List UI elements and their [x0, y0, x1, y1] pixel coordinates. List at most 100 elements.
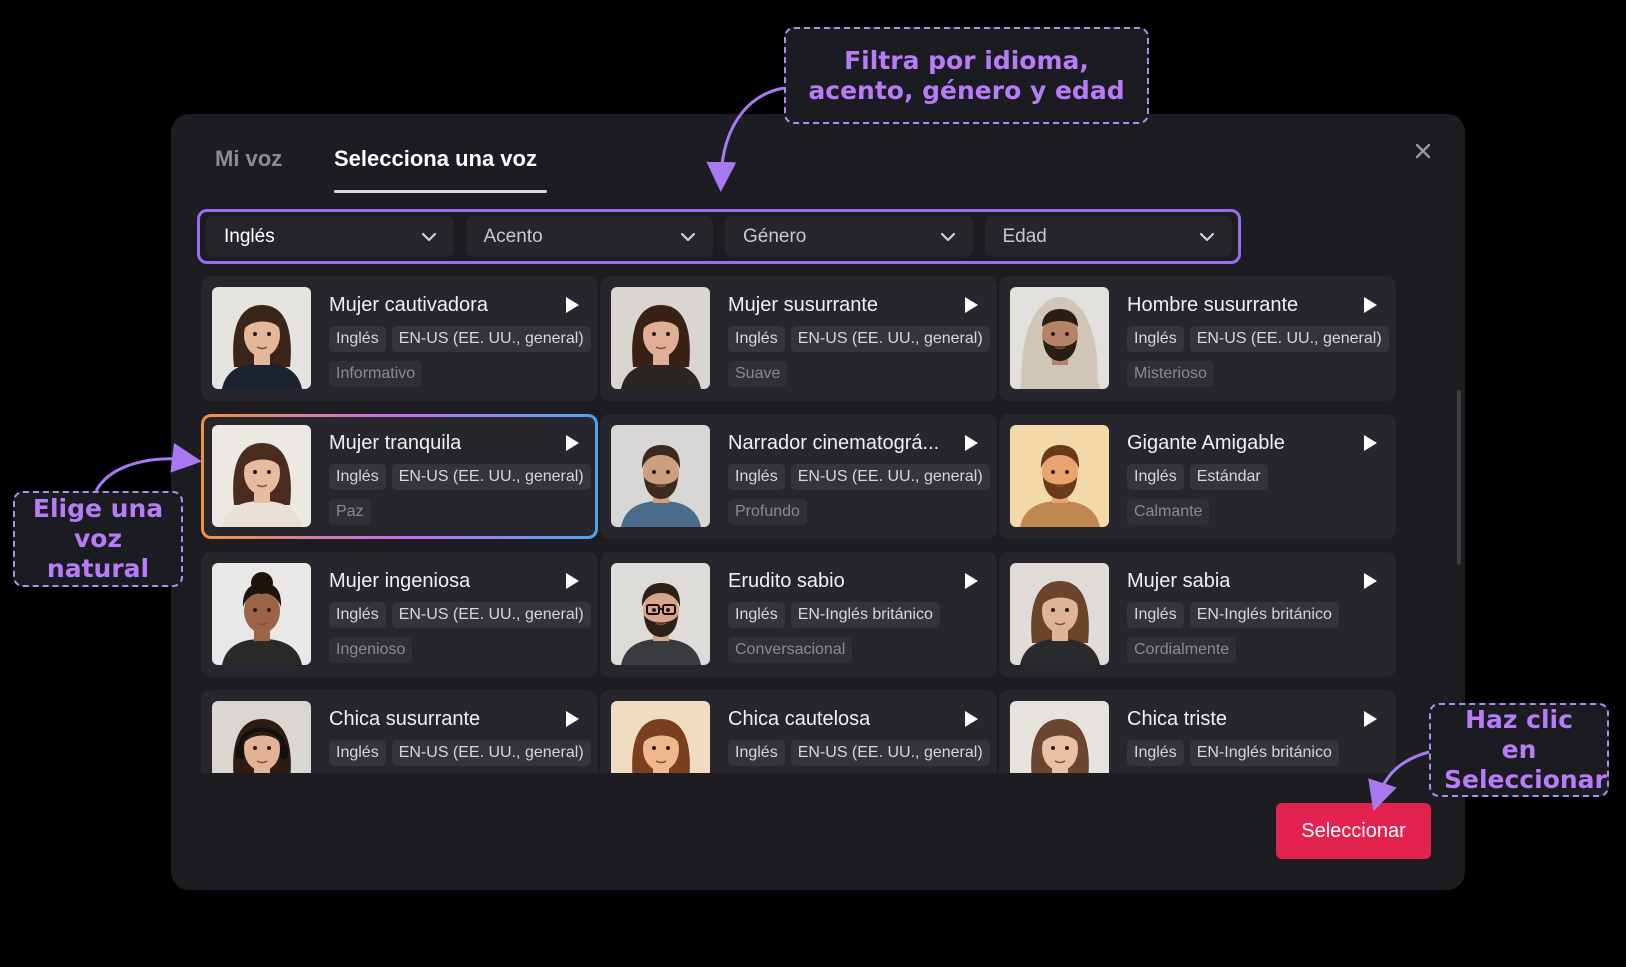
- play-icon[interactable]: [564, 434, 580, 452]
- voice-style-tag: Misterioso: [1127, 361, 1214, 387]
- filter-age-dropdown[interactable]: Edad: [984, 216, 1232, 257]
- voice-tag: Inglés: [329, 740, 386, 766]
- voice-style-tag: Informativo: [329, 361, 423, 387]
- voice-name: Chica susurrante: [329, 708, 481, 730]
- callout-select-text: Haz clic en Seleccionar: [1444, 705, 1607, 794]
- callout-voice-text: Elige una voz natural: [32, 494, 164, 583]
- tab-my-voice[interactable]: Mi voz: [215, 146, 282, 172]
- chevron-down-icon: [680, 232, 696, 241]
- voice-name: Mujer cautivadora: [329, 294, 488, 316]
- play-icon[interactable]: [564, 710, 580, 728]
- tab-select-voice[interactable]: Selecciona una voz: [334, 146, 537, 172]
- play-icon[interactable]: [963, 434, 979, 452]
- voice-card[interactable]: Narrador cinematográ... Inglés EN-US (EE. …: [600, 414, 997, 539]
- voice-name: Hombre susurrante: [1127, 294, 1299, 316]
- voice-style-tag: Suave: [728, 361, 788, 387]
- voice-tag: EN-US (EE. UU., general): [1189, 326, 1389, 352]
- play-icon[interactable]: [963, 296, 979, 314]
- play-icon[interactable]: [1362, 572, 1378, 590]
- voice-tag: Inglés: [1127, 464, 1184, 490]
- voice-avatar: [611, 563, 710, 665]
- voice-card[interactable]: Mujer ingeniosa Inglés EN-US (EE. UU., gen…: [201, 552, 598, 677]
- voice-style-tag: Paz: [329, 499, 371, 525]
- voice-tag: Inglés: [1127, 326, 1184, 352]
- voice-card[interactable]: Mujer cautivadora Inglés EN-US (EE. UU., g…: [201, 276, 598, 401]
- voice-tag: EN-US (EE. UU., general): [391, 602, 591, 628]
- voice-style-tag: Profundo: [728, 499, 807, 525]
- voice-name: Mujer sabia: [1127, 570, 1231, 592]
- filter-label: Acento: [483, 225, 543, 247]
- voice-grid: Mujer cautivadora Inglés EN-US (EE. UU., g…: [201, 276, 1401, 773]
- voice-name: Narrador cinematográ...: [728, 432, 940, 454]
- voice-tag: EN-US (EE. UU., general): [790, 464, 990, 490]
- voice-tag: Inglés: [329, 602, 386, 628]
- voice-card[interactable]: Mujer tranquila Inglés EN-US (EE. UU., gen…: [201, 414, 598, 539]
- voice-tag: EN-Inglés británico: [790, 602, 940, 628]
- voice-tags: Inglés EN-Inglés británico: [1127, 602, 1339, 628]
- voice-tag: EN-US (EE. UU., general): [391, 464, 591, 490]
- voice-avatar: [1010, 563, 1109, 665]
- voice-tags: Inglés EN-US (EE. UU., general): [728, 464, 990, 490]
- voice-tags: Inglés EN-US (EE. UU., general): [1127, 326, 1389, 352]
- callout-filter-text: Filtra por idioma, acento, género y edad: [808, 45, 1125, 105]
- voice-tags: Inglés EN-US (EE. UU., general): [728, 740, 990, 766]
- voice-name: Mujer tranquila: [329, 432, 462, 454]
- play-icon[interactable]: [963, 710, 979, 728]
- filter-bar: Inglés Acento Género Edad: [197, 209, 1241, 264]
- voice-card[interactable]: Chica triste Inglés EN-Inglés británico: [999, 690, 1396, 773]
- voice-card[interactable]: Chica cautelosa Inglés EN-US (EE. UU., gen…: [600, 690, 997, 773]
- voice-tag: EN-US (EE. UU., general): [790, 326, 990, 352]
- voice-tag: EN-US (EE. UU., general): [790, 740, 990, 766]
- play-icon[interactable]: [564, 296, 580, 314]
- select-button[interactable]: Seleccionar: [1276, 803, 1431, 859]
- voice-tags: Inglés EN-Inglés británico: [1127, 740, 1339, 766]
- voice-tags: Inglés Estándar: [1127, 464, 1268, 490]
- voice-name: Gigante Amigable: [1127, 432, 1285, 454]
- voice-name: Chica cautelosa: [728, 708, 871, 730]
- chevron-down-icon: [940, 232, 955, 241]
- play-icon[interactable]: [1362, 434, 1378, 452]
- voice-tag: EN-US (EE. UU., general): [391, 740, 591, 766]
- voice-tags: Inglés EN-US (EE. UU., general): [329, 740, 591, 766]
- voice-tag: EN-Inglés británico: [1189, 740, 1339, 766]
- voice-avatar: [1010, 425, 1109, 527]
- callout-voice: Elige una voz natural: [13, 491, 183, 587]
- voice-card[interactable]: Mujer sabia Inglés EN-Inglés británico Cord…: [999, 552, 1396, 677]
- filter-accent-dropdown[interactable]: Acento: [465, 216, 713, 257]
- voice-tag: Inglés: [1127, 602, 1184, 628]
- play-icon[interactable]: [1362, 710, 1378, 728]
- voice-tag: Inglés: [1127, 740, 1184, 766]
- voice-avatar: [212, 563, 311, 665]
- filter-label: Inglés: [224, 225, 275, 247]
- voice-tag: Inglés: [728, 740, 785, 766]
- voice-card[interactable]: Hombre susurrante Inglés EN-US (EE. UU., g…: [999, 276, 1396, 401]
- voice-card[interactable]: Gigante Amigable Inglés Estándar Calmante: [999, 414, 1396, 539]
- voice-tag: Estándar: [1189, 464, 1268, 490]
- voice-tags: Inglés EN-US (EE. UU., general): [329, 464, 591, 490]
- play-icon[interactable]: [564, 572, 580, 590]
- scrollbar[interactable]: [1457, 390, 1461, 565]
- voice-avatar: [212, 701, 311, 773]
- voice-tags: Inglés EN-Inglés británico: [728, 602, 940, 628]
- play-icon[interactable]: [1362, 296, 1378, 314]
- voice-style-tag: Conversacional: [728, 637, 853, 663]
- voice-avatar: [1010, 287, 1109, 389]
- play-icon[interactable]: [963, 572, 979, 590]
- voice-card[interactable]: Erudito sabio Inglés EN-Inglés británico Co…: [600, 552, 997, 677]
- voice-card[interactable]: Chica susurrante Inglés EN-US (EE. UU., ge…: [201, 690, 598, 773]
- callout-select: Haz clic en Seleccionar: [1429, 703, 1609, 797]
- voice-name: Chica triste: [1127, 708, 1228, 730]
- voice-avatar: [611, 425, 710, 527]
- chevron-down-icon: [421, 232, 436, 241]
- filter-label: Género: [743, 225, 807, 247]
- voice-avatar: [611, 701, 710, 773]
- voice-avatar: [212, 287, 311, 389]
- voice-tag: EN-Inglés británico: [1189, 602, 1339, 628]
- voice-name: Mujer ingeniosa: [329, 570, 471, 592]
- voice-card[interactable]: Mujer susurrante Inglés EN-US (EE. UU., ge…: [600, 276, 997, 401]
- voice-tags: Inglés EN-US (EE. UU., general): [329, 326, 591, 352]
- filter-language-dropdown[interactable]: Inglés: [206, 216, 454, 257]
- filter-gender-dropdown[interactable]: Género: [725, 216, 973, 257]
- voice-tag: Inglés: [728, 464, 785, 490]
- close-icon[interactable]: [1411, 140, 1435, 164]
